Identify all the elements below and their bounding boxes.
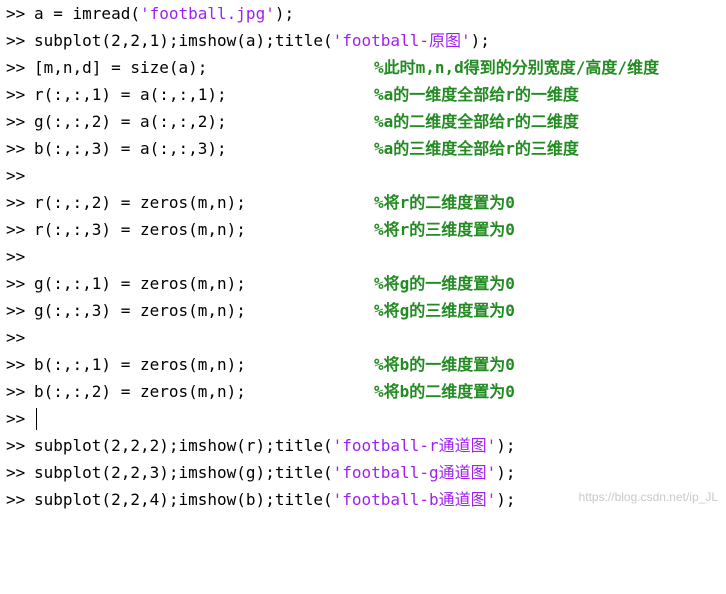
command-line[interactable]: >> g(:,:,1) = zeros(m,n); %将g的一维度置为0: [6, 270, 722, 297]
command-prompt: >>: [6, 247, 26, 266]
command-code: g(:,:,3) = zeros(m,n);: [34, 301, 246, 320]
command-line-active[interactable]: >>: [6, 405, 722, 432]
command-prompt: >>: [6, 166, 26, 185]
command-line[interactable]: >> b(:,:,2) = zeros(m,n); %将b的二维度置为0: [6, 378, 722, 405]
command-code: [m,n,d] = size(a);: [34, 58, 208, 77]
string-literal: 'football-原图': [332, 31, 471, 50]
command-prompt: >>: [6, 382, 26, 401]
code-comment: %a的三维度全部给r的三维度: [374, 139, 579, 158]
command-prompt: >>: [6, 274, 26, 293]
command-prompt: >>: [6, 31, 26, 50]
command-line[interactable]: >> subplot(2,2,2);imshow(r);title('footb…: [6, 432, 722, 459]
command-prompt: >>: [6, 355, 26, 374]
command-prompt: >>: [6, 139, 26, 158]
command-code: subplot(2,2,2);imshow(r);title('football…: [34, 436, 516, 455]
command-prompt: >>: [6, 328, 26, 347]
command-prompt: >>: [6, 409, 26, 428]
code-comment: %将g的一维度置为0: [374, 274, 515, 293]
command-code: r(:,:,3) = zeros(m,n);: [34, 220, 246, 239]
command-prompt: >>: [6, 436, 26, 455]
command-prompt: >>: [6, 490, 26, 509]
command-prompt: >>: [6, 220, 26, 239]
code-comment: %a的一维度全部给r的一维度: [374, 85, 579, 104]
command-line[interactable]: >> r(:,:,3) = zeros(m,n); %将r的三维度置为0: [6, 216, 722, 243]
code-comment: %此时m,n,d得到的分别宽度/高度/维度: [374, 58, 660, 77]
command-line[interactable]: >> [m,n,d] = size(a); %此时m,n,d得到的分别宽度/高度…: [6, 54, 722, 81]
command-prompt: >>: [6, 4, 26, 23]
command-prompt: >>: [6, 85, 26, 104]
command-line[interactable]: >> r(:,:,1) = a(:,:,1); %a的一维度全部给r的一维度: [6, 81, 722, 108]
command-code: g(:,:,1) = zeros(m,n);: [34, 274, 246, 293]
command-code: b(:,:,1) = zeros(m,n);: [34, 355, 246, 374]
code-comment: %将b的一维度置为0: [374, 355, 515, 374]
string-literal: 'football-g通道图': [332, 463, 497, 482]
command-prompt: >>: [6, 58, 26, 77]
code-comment: %a的二维度全部给r的二维度: [374, 112, 579, 131]
command-code: b(:,:,2) = zeros(m,n);: [34, 382, 246, 401]
code-comment: %将b的二维度置为0: [374, 382, 515, 401]
command-prompt: >>: [6, 301, 26, 320]
command-prompt: >>: [6, 463, 26, 482]
command-code: b(:,:,3) = a(:,:,3);: [34, 139, 227, 158]
command-code: subplot(2,2,1);imshow(a);title('football…: [34, 31, 490, 50]
command-line[interactable]: >> g(:,:,2) = a(:,:,2); %a的二维度全部给r的二维度: [6, 108, 722, 135]
command-code: r(:,:,1) = a(:,:,1);: [34, 85, 227, 104]
command-line[interactable]: >> subplot(2,2,1);imshow(a);title('footb…: [6, 27, 722, 54]
command-code: r(:,:,2) = zeros(m,n);: [34, 193, 246, 212]
string-literal: 'football-b通道图': [332, 490, 497, 509]
command-line[interactable]: >> r(:,:,2) = zeros(m,n); %将r的二维度置为0: [6, 189, 722, 216]
command-line[interactable]: >>: [6, 324, 722, 351]
code-comment: %将r的二维度置为0: [374, 193, 515, 212]
code-comment: %将r的三维度置为0: [374, 220, 515, 239]
command-prompt: >>: [6, 112, 26, 131]
command-line[interactable]: >>: [6, 162, 722, 189]
command-code: g(:,:,2) = a(:,:,2);: [34, 112, 227, 131]
command-prompt: >>: [6, 193, 26, 212]
command-code: subplot(2,2,3);imshow(g);title('football…: [34, 463, 516, 482]
watermark-text: https://blog.csdn.net/ip_JL: [578, 490, 718, 504]
command-line[interactable]: >> b(:,:,3) = a(:,:,3); %a的三维度全部给r的三维度: [6, 135, 722, 162]
code-comment: %将g的三维度置为0: [374, 301, 515, 320]
command-line[interactable]: >> a = imread('football.jpg');: [6, 0, 722, 27]
string-literal: 'football-r通道图': [332, 436, 497, 455]
command-line[interactable]: >> subplot(2,2,3);imshow(g);title('footb…: [6, 459, 722, 486]
command-window[interactable]: >> a = imread('football.jpg'); >> subplo…: [6, 0, 722, 513]
string-literal: 'football.jpg': [139, 4, 275, 23]
command-code: a = imread('football.jpg');: [34, 4, 295, 23]
text-caret: [36, 408, 37, 430]
command-line[interactable]: >> b(:,:,1) = zeros(m,n); %将b的一维度置为0: [6, 351, 722, 378]
command-line[interactable]: >>: [6, 243, 722, 270]
command-line[interactable]: >> g(:,:,3) = zeros(m,n); %将g的三维度置为0: [6, 297, 722, 324]
command-code: subplot(2,2,4);imshow(b);title('football…: [34, 490, 516, 509]
